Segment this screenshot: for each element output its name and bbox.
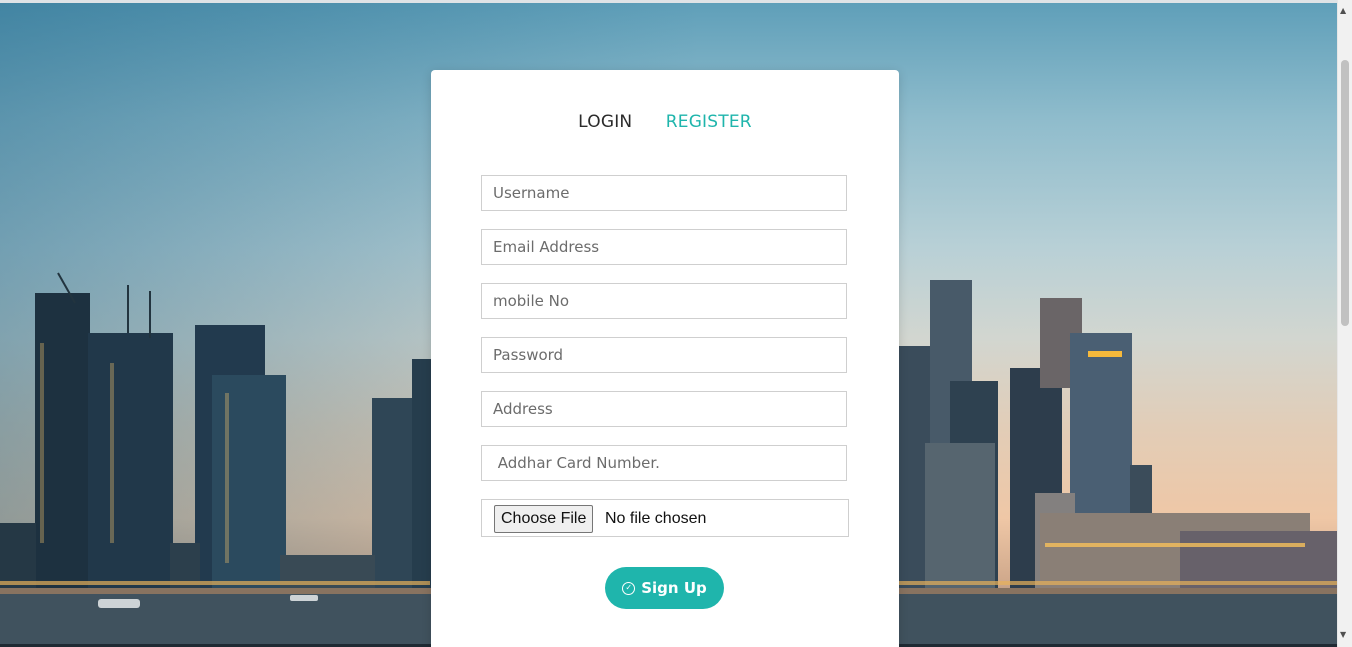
scroll-down-arrow-icon[interactable]: ▼	[1340, 630, 1346, 639]
aadhar-card-input[interactable]	[481, 445, 847, 481]
mobile-input[interactable]	[481, 283, 847, 319]
file-status-text: No file chosen	[605, 510, 707, 527]
page: ▲ ▼ LOGIN REGISTER Choose File No file c…	[0, 0, 1352, 647]
tab-login[interactable]: LOGIN	[578, 112, 632, 132]
scroll-thumb[interactable]	[1341, 60, 1349, 326]
auth-tabs: LOGIN REGISTER	[431, 112, 899, 132]
scroll-up-arrow-icon[interactable]: ▲	[1340, 6, 1346, 15]
sign-up-label: Sign Up	[641, 579, 707, 597]
password-input[interactable]	[481, 337, 847, 373]
file-upload-field[interactable]: Choose File No file chosen	[481, 499, 849, 537]
vertical-scrollbar[interactable]: ▲ ▼	[1337, 0, 1352, 647]
email-input[interactable]	[481, 229, 847, 265]
username-input[interactable]	[481, 175, 847, 211]
choose-file-button[interactable]: Choose File	[494, 505, 594, 533]
address-input[interactable]	[481, 391, 847, 427]
sign-up-button[interactable]: ✓ Sign Up	[605, 567, 724, 609]
tab-register[interactable]: REGISTER	[666, 112, 752, 132]
auth-card: LOGIN REGISTER Choose File No file chose…	[431, 70, 899, 647]
check-circle-icon: ✓	[622, 581, 636, 595]
